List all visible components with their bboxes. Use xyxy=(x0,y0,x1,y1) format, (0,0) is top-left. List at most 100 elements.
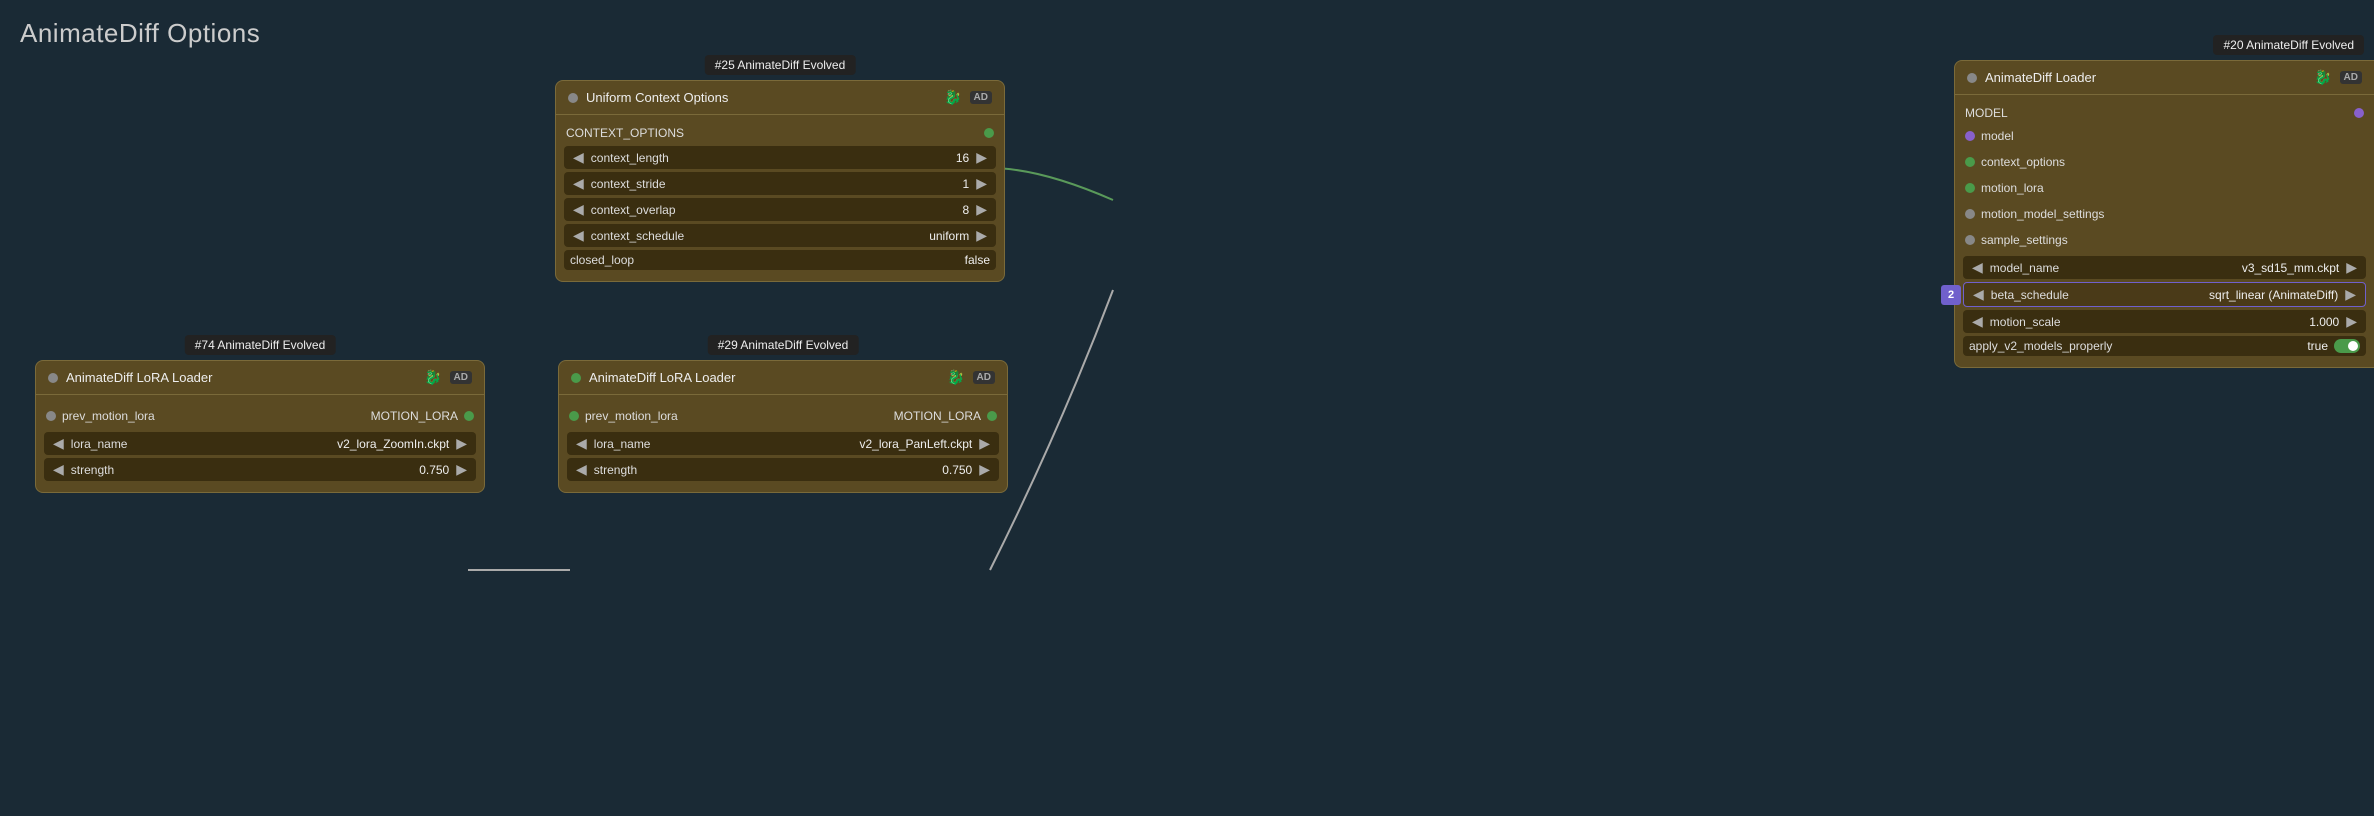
context-length-left-arrow[interactable]: ◀ xyxy=(570,149,587,166)
lora-loader-74-header: AnimateDiff LoRA Loader 🐉 AD xyxy=(36,361,484,395)
lora-loader-29-header: AnimateDiff LoRA Loader 🐉 AD xyxy=(559,361,1007,395)
closed-loop-value: false xyxy=(965,253,990,267)
lora-loader-74-title: AnimateDiff LoRA Loader xyxy=(66,370,416,385)
loader-motion-scale-row: ◀ motion_scale 1.000 ▶ xyxy=(1963,310,2366,333)
loader-model-name-left[interactable]: ◀ xyxy=(1969,259,1986,276)
lora-74-prev-dot[interactable] xyxy=(46,411,56,421)
loader-motion-lora-dot[interactable] xyxy=(1965,183,1975,193)
lora-74-output-port[interactable] xyxy=(464,411,474,421)
lora-29-name-right[interactable]: ▶ xyxy=(976,435,993,452)
lora-29-name-value: v2_lora_PanLeft.ckpt xyxy=(855,437,976,451)
loader-beta-schedule-label: beta_schedule xyxy=(1987,288,2205,302)
context-stride-right-arrow[interactable]: ▶ xyxy=(973,175,990,192)
uniform-context-dot xyxy=(568,93,578,103)
loader-motion-scale-left[interactable]: ◀ xyxy=(1969,313,1986,330)
lora-74-prev-port: prev_motion_lora MOTION_LORA xyxy=(36,403,484,429)
uniform-context-node: #25 AnimateDiff Evolved Uniform Context … xyxy=(555,80,1005,282)
loader-motion-model-settings-dot[interactable] xyxy=(1965,209,1975,219)
animatediff-loader-tag: #20 AnimateDiff Evolved xyxy=(2213,35,2364,55)
context-stride-left-arrow[interactable]: ◀ xyxy=(570,175,587,192)
loader-motion-scale-right[interactable]: ▶ xyxy=(2343,313,2360,330)
lora-loader-29-ad-badge: AD xyxy=(973,371,995,384)
lora-74-name-left[interactable]: ◀ xyxy=(50,435,67,452)
animatediff-loader-header: AnimateDiff Loader 🐉 AD xyxy=(1955,61,2374,95)
context-overlap-right-arrow[interactable]: ▶ xyxy=(973,201,990,218)
uniform-context-emoji: 🐉 xyxy=(944,89,961,106)
lora-29-output-label: MOTION_LORA xyxy=(894,409,981,423)
loader-context-options-dot[interactable] xyxy=(1965,157,1975,167)
lora-loader-74-dot xyxy=(48,373,58,383)
context-schedule-right-arrow[interactable]: ▶ xyxy=(973,227,990,244)
lora-74-output-label: MOTION_LORA xyxy=(371,409,458,423)
lora-74-name-right[interactable]: ▶ xyxy=(453,435,470,452)
lora-29-prev-dot[interactable] xyxy=(569,411,579,421)
animatediff-loader-body: MODEL model context_options motion_lora … xyxy=(1955,95,2374,367)
lora-29-strength-left[interactable]: ◀ xyxy=(573,461,590,478)
loader-motion-model-settings-port: motion_model_settings xyxy=(1955,201,2374,227)
lora-loader-29-emoji: 🐉 xyxy=(947,369,964,386)
lora-loader-29-node: #29 AnimateDiff Evolved AnimateDiff LoRA… xyxy=(558,360,1008,493)
closed-loop-label: closed_loop xyxy=(570,253,965,267)
loader-apply-v2-toggle[interactable] xyxy=(2334,339,2360,353)
loader-model-name-row: ◀ model_name v3_sd15_mm.ckpt ▶ xyxy=(1963,256,2366,279)
context-length-row: ◀ context_length 16 ▶ xyxy=(564,146,996,169)
lora-29-name-label: lora_name xyxy=(590,437,856,451)
lora-loader-74-emoji: 🐉 xyxy=(424,369,441,386)
context-schedule-left-arrow[interactable]: ◀ xyxy=(570,227,587,244)
lora-29-strength-right[interactable]: ▶ xyxy=(976,461,993,478)
loader-beta-schedule-row: ◀ beta_schedule sqrt_linear (AnimateDiff… xyxy=(1963,282,2366,307)
loader-motion-model-settings-label: motion_model_settings xyxy=(1981,207,2364,221)
animatediff-loader-title: AnimateDiff Loader xyxy=(1985,70,2306,85)
lora-74-strength-label: strength xyxy=(67,463,415,477)
lora-loader-74-tag: #74 AnimateDiff Evolved xyxy=(185,335,336,355)
context-schedule-value: uniform xyxy=(925,229,973,243)
loader-sample-settings-dot[interactable] xyxy=(1965,235,1975,245)
lora-74-strength-right[interactable]: ▶ xyxy=(453,461,470,478)
lora-loader-29-body: prev_motion_lora MOTION_LORA ◀ lora_name… xyxy=(559,395,1007,492)
loader-sample-settings-label: sample_settings xyxy=(1981,233,2364,247)
context-length-value: 16 xyxy=(952,151,973,165)
lora-29-name-left[interactable]: ◀ xyxy=(573,435,590,452)
lora-29-prev-label: prev_motion_lora xyxy=(585,409,888,423)
lora-74-strength-left[interactable]: ◀ xyxy=(50,461,67,478)
loader-model-name-value: v3_sd15_mm.ckpt xyxy=(2238,261,2343,275)
uniform-context-header: Uniform Context Options 🐉 AD xyxy=(556,81,1004,115)
loader-beta-schedule-right[interactable]: ▶ xyxy=(2342,286,2359,303)
lora-74-prev-label: prev_motion_lora xyxy=(62,409,365,423)
page-title: AnimateDiff Options xyxy=(20,18,260,49)
loader-model-port-dot[interactable] xyxy=(1965,131,1975,141)
lora-29-name-row: ◀ lora_name v2_lora_PanLeft.ckpt ▶ xyxy=(567,432,999,455)
uniform-context-output-label: CONTEXT_OPTIONS xyxy=(566,126,684,140)
context-stride-row: ◀ context_stride 1 ▶ xyxy=(564,172,996,195)
loader-apply-v2-row: apply_v2_models_properly true xyxy=(1963,336,2366,356)
uniform-context-ad-badge: AD xyxy=(970,91,992,104)
context-overlap-left-arrow[interactable]: ◀ xyxy=(570,201,587,218)
uniform-context-output-port[interactable] xyxy=(984,128,994,138)
lora-74-name-label: lora_name xyxy=(67,437,333,451)
animatediff-loader-output: MODEL xyxy=(1955,103,2374,123)
loader-beta-schedule-value: sqrt_linear (AnimateDiff) xyxy=(2205,288,2342,302)
context-length-right-arrow[interactable]: ▶ xyxy=(973,149,990,166)
loader-model-port: model xyxy=(1955,123,2374,149)
uniform-context-output: CONTEXT_OPTIONS xyxy=(556,123,1004,143)
loader-sample-settings-port: sample_settings xyxy=(1955,227,2374,253)
lora-loader-29-title: AnimateDiff LoRA Loader xyxy=(589,370,939,385)
animatediff-loader-model-output-port[interactable] xyxy=(2354,108,2364,118)
animatediff-loader-node: #20 AnimateDiff Evolved AnimateDiff Load… xyxy=(1954,60,2374,368)
loader-beta-schedule-left[interactable]: ◀ xyxy=(1970,286,1987,303)
loader-context-options-label: context_options xyxy=(1981,155,2364,169)
context-overlap-label: context_overlap xyxy=(587,203,959,217)
lora-loader-74-ad-badge: AD xyxy=(450,371,472,384)
lora-74-strength-row: ◀ strength 0.750 ▶ xyxy=(44,458,476,481)
lora-29-output-port[interactable] xyxy=(987,411,997,421)
lora-loader-29-dot xyxy=(571,373,581,383)
context-stride-label: context_stride xyxy=(587,177,959,191)
lora-29-prev-port: prev_motion_lora MOTION_LORA xyxy=(559,403,1007,429)
lora-29-strength-row: ◀ strength 0.750 ▶ xyxy=(567,458,999,481)
context-schedule-label: context_schedule xyxy=(587,229,925,243)
loader-apply-v2-value: true xyxy=(2307,339,2328,353)
loader-model-name-right[interactable]: ▶ xyxy=(2343,259,2360,276)
lora-loader-74-node: #74 AnimateDiff Evolved AnimateDiff LoRA… xyxy=(35,360,485,493)
loader-model-name-label: model_name xyxy=(1986,261,2238,275)
context-stride-value: 1 xyxy=(959,177,974,191)
